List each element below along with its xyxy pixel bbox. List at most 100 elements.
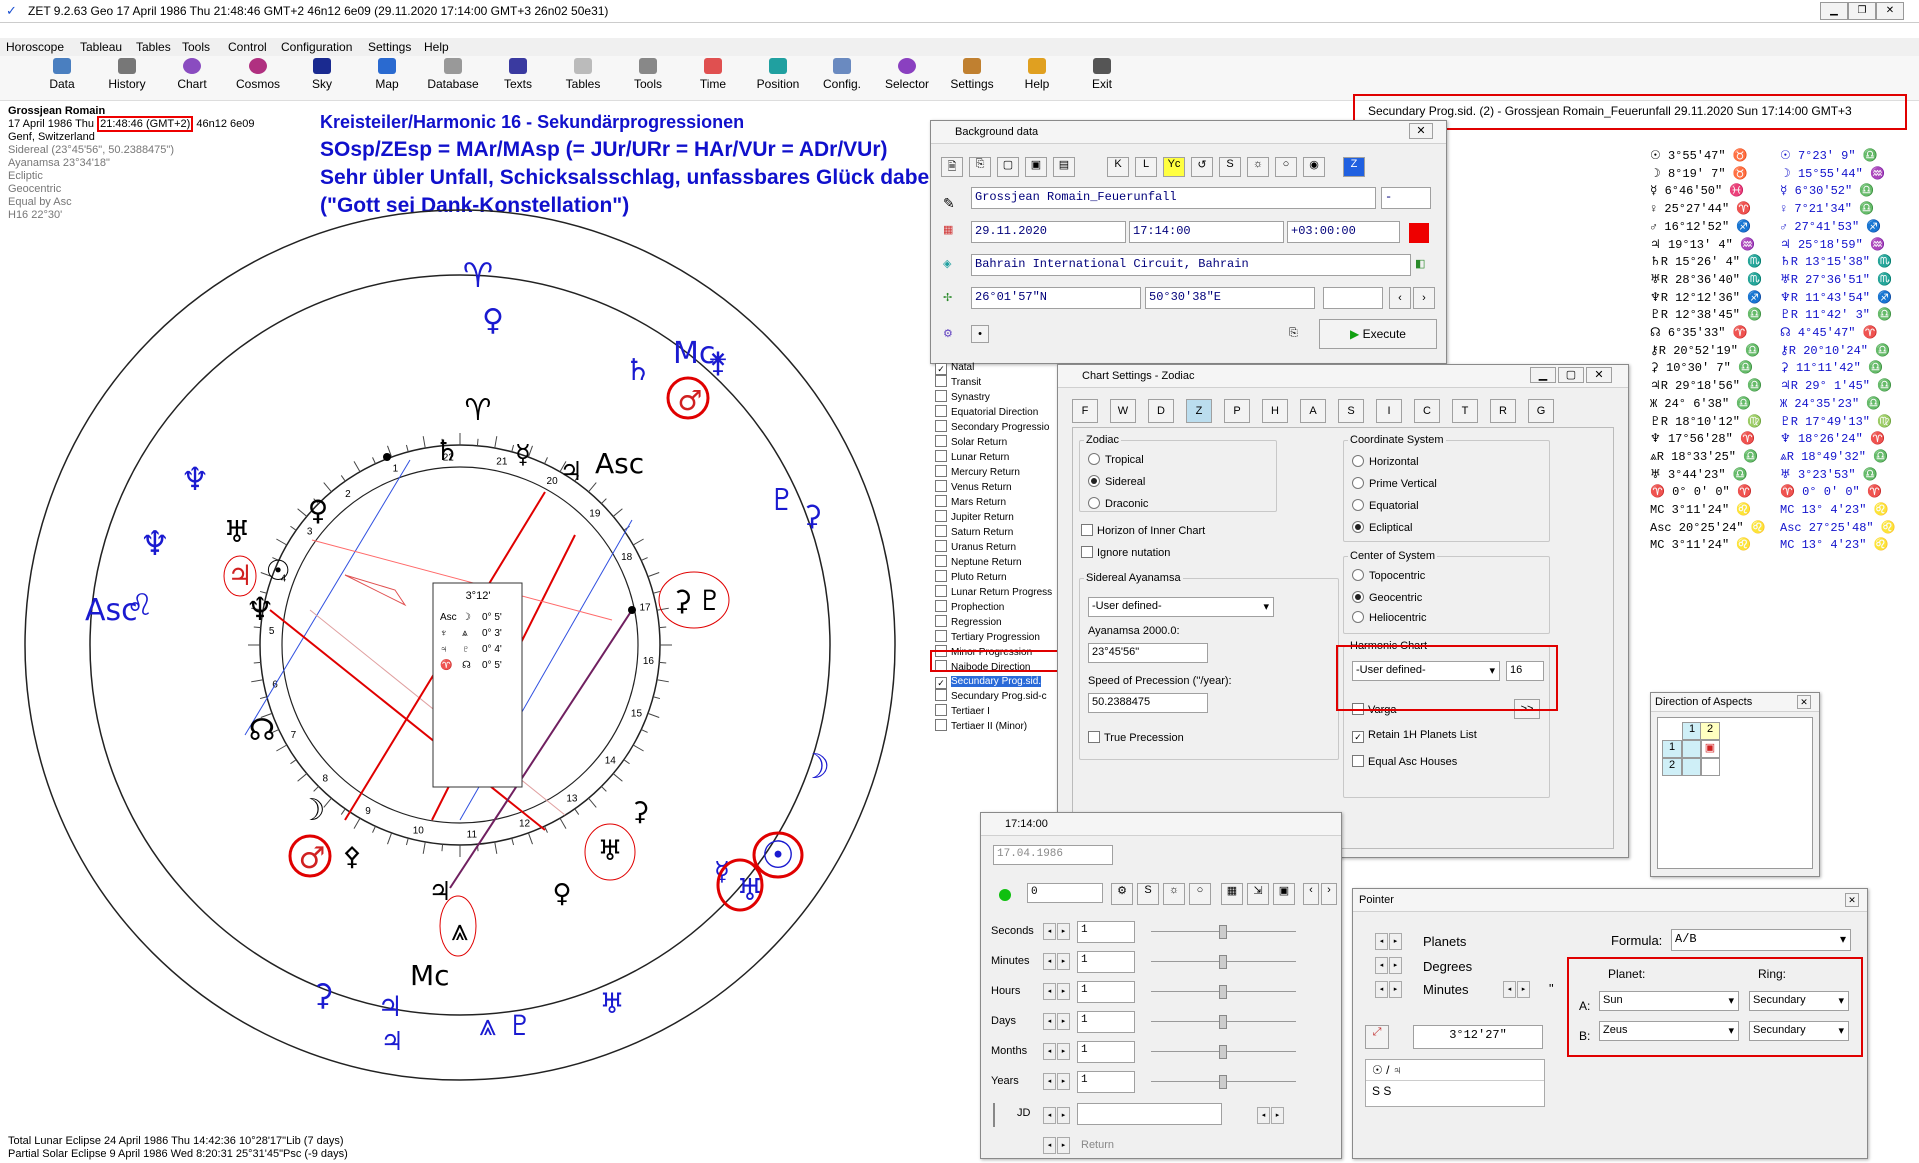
name-suffix-select[interactable]: - [1381, 187, 1431, 209]
toolbar-texts-button[interactable]: Texts [487, 58, 549, 91]
toolbar-database-button[interactable]: Database [422, 58, 484, 91]
time-row-up-button[interactable]: ▸ [1057, 1013, 1070, 1030]
close-icon[interactable]: ✕ [1845, 893, 1859, 907]
chart-type-item[interactable]: Tertiaer II (Minor) [935, 719, 1055, 734]
settings-tab-a[interactable]: A [1300, 399, 1326, 423]
chart-type-item[interactable]: Tertiaer I [935, 704, 1055, 719]
toolbar-selector-button[interactable]: Selector [876, 58, 938, 91]
chart-type-checkbox[interactable] [935, 615, 947, 627]
time-row-down-button[interactable]: ◂ [1043, 923, 1056, 940]
minutes-down-button[interactable]: ◂ [1375, 981, 1388, 998]
toolbar-chart-button[interactable]: Chart [161, 58, 223, 91]
chart-type-checkbox[interactable] [935, 525, 947, 537]
menu-tools[interactable]: Tools [182, 40, 210, 54]
chart-type-item[interactable]: Pluto Return [935, 570, 1055, 585]
circle-toggle-icon[interactable]: ○ [1189, 883, 1211, 905]
chart-type-checkbox[interactable] [935, 719, 947, 731]
aspect-cell[interactable] [1700, 758, 1720, 776]
export-icon[interactable]: ⇲ [1247, 883, 1269, 905]
place-field[interactable]: Bahrain International Circuit, Bahrain [971, 254, 1411, 276]
chart-type-item[interactable]: ✓ Natal [935, 361, 1055, 375]
k-icon[interactable]: K [1107, 157, 1129, 177]
tropical-radio[interactable]: Tropical [1088, 453, 1144, 466]
true-precession-checkbox[interactable]: True Precession [1088, 731, 1184, 744]
chart-type-checkbox[interactable] [935, 570, 947, 582]
ecliptical-radio[interactable]: Ecliptical [1352, 521, 1412, 534]
time-row-field[interactable]: 1 [1077, 921, 1135, 943]
settings-tab-r[interactable]: R [1490, 399, 1516, 423]
circle-icon[interactable]: ○ [1275, 157, 1297, 177]
chart-type-checkbox[interactable] [935, 450, 947, 462]
slider-thumb[interactable] [1219, 955, 1227, 969]
chart-type-checkbox[interactable] [935, 555, 947, 567]
planets-down-button[interactable]: ◂ [1375, 933, 1388, 950]
equal-asc-checkbox[interactable]: Equal Asc Houses [1352, 755, 1457, 768]
timezone-field[interactable]: +03:00:00 [1287, 221, 1400, 243]
menu-control[interactable]: Control [228, 40, 267, 54]
time-row-up-button[interactable]: ▸ [1057, 1043, 1070, 1060]
radix-chart[interactable]: 12345678910111213141516171819202122 3°12… [0, 180, 935, 1125]
time-row-up-button[interactable]: ▸ [1057, 923, 1070, 940]
toolbar-tools-button[interactable]: Tools [617, 58, 679, 91]
retain-checkbox[interactable]: ✓ Retain 1H Planets List [1352, 729, 1477, 743]
aspect-cell[interactable] [1682, 758, 1702, 776]
chart-type-checkbox[interactable] [935, 630, 947, 642]
formula-select[interactable]: A/B ▾ [1671, 929, 1851, 951]
settings-tab-f[interactable]: F [1072, 399, 1098, 423]
ayanamsa-2000-field[interactable]: 23°45'56" [1088, 643, 1208, 663]
green-indicator-icon[interactable] [999, 889, 1011, 901]
settings-tab-p[interactable]: P [1224, 399, 1250, 423]
step-field[interactable]: 0 [1027, 883, 1103, 903]
return-down-button[interactable]: ◂ [1043, 1137, 1056, 1154]
time-row-down-button[interactable]: ◂ [1043, 1073, 1056, 1090]
menu-tables[interactable]: Tables [136, 40, 171, 54]
minimize-icon[interactable]: ▁ [1820, 2, 1848, 20]
aspect-cell[interactable]: ▣ [1700, 740, 1720, 758]
chart-type-item[interactable]: Regression [935, 615, 1055, 630]
slider-thumb[interactable] [1219, 1015, 1227, 1029]
close-icon[interactable]: ✕ [1876, 2, 1904, 20]
z-icon[interactable]: Z [1343, 157, 1365, 177]
chart-type-checkbox[interactable] [935, 465, 947, 477]
chart-type-checkbox[interactable] [935, 540, 947, 552]
latitude-field[interactable]: 26°01'57"N [971, 287, 1141, 309]
chart-type-item[interactable]: Lunar Return [935, 450, 1055, 465]
minutes-prev-button[interactable]: ◂ [1503, 981, 1516, 998]
pointer-list-item[interactable]: ☉ / ♃ [1366, 1060, 1544, 1081]
slider-thumb[interactable] [1219, 985, 1227, 999]
toolbar-history-button[interactable]: History [96, 58, 158, 91]
degrees-down-button[interactable]: ◂ [1375, 957, 1388, 974]
time-row-field[interactable]: 1 [1077, 1041, 1135, 1063]
color-swatch[interactable] [1409, 223, 1429, 243]
chart-type-item[interactable]: Mercury Return [935, 465, 1055, 480]
toolbar-position-button[interactable]: Position [747, 58, 809, 91]
settings-tab-g[interactable]: G [1528, 399, 1554, 423]
jd-field[interactable] [1077, 1103, 1222, 1125]
menu-tableau[interactable]: Tableau [80, 40, 122, 54]
toolbar-cosmos-button[interactable]: Cosmos [227, 58, 289, 91]
chart-type-item[interactable]: Lunar Return Progress [935, 585, 1055, 600]
chart-type-item[interactable]: Venus Return [935, 480, 1055, 495]
chart-type-item[interactable]: Mars Return [935, 495, 1055, 510]
time-field[interactable]: 17:14:00 [1129, 221, 1284, 243]
settings-tab-z[interactable]: Z [1186, 399, 1212, 423]
chart-type-checkbox[interactable] [935, 435, 947, 447]
time-row-up-button[interactable]: ▸ [1057, 953, 1070, 970]
precession-field[interactable]: 50.2388475 [1088, 693, 1208, 713]
toolbar-config-button[interactable]: Config. [811, 58, 873, 91]
chart-type-item[interactable]: Secundary Prog.sid-c [935, 689, 1055, 704]
time-row-down-button[interactable]: ◂ [1043, 953, 1056, 970]
step-forward-button[interactable]: › [1321, 883, 1337, 905]
extra-field[interactable] [1323, 287, 1383, 309]
settings-tab-h[interactable]: H [1262, 399, 1288, 423]
chart-type-checkbox[interactable] [935, 480, 947, 492]
sync-icon[interactable]: S [1137, 883, 1159, 905]
l-icon[interactable]: L [1135, 157, 1157, 177]
aspect-cell[interactable] [1682, 740, 1702, 758]
planets-up-button[interactable]: ▸ [1389, 933, 1402, 950]
target-icon[interactable]: ◉ [1303, 157, 1325, 177]
chart-type-checkbox[interactable] [935, 420, 947, 432]
close-icon[interactable]: ✕ [1586, 367, 1612, 383]
time-row-up-button[interactable]: ▸ [1057, 983, 1070, 1000]
chart-type-checkbox[interactable] [935, 585, 947, 597]
